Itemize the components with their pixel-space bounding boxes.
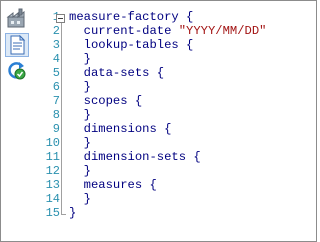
- code-line: data-sets {: [69, 66, 164, 80]
- code-editor[interactable]: 1 2 3 4 5 6 7 8 9 10 11 12 13 14 15 meas…: [33, 1, 316, 241]
- code-line: current-date "YYYY/MM/DD": [69, 24, 267, 38]
- block-open: measures {: [83, 178, 157, 192]
- block-close: }: [83, 192, 91, 206]
- design-view-button[interactable]: [5, 7, 29, 31]
- line-number: 11: [45, 150, 60, 164]
- line-number: 4: [52, 52, 60, 66]
- vertical-toolbar: [1, 1, 31, 241]
- fold-collapse-icon[interactable]: [56, 14, 65, 23]
- code-line: lookup-tables {: [69, 38, 194, 52]
- line-number: 2: [52, 24, 60, 38]
- code-line: dimensions {: [69, 122, 172, 136]
- line-number: 13: [45, 178, 60, 192]
- line-number: 6: [52, 80, 60, 94]
- source-view-button[interactable]: [5, 33, 29, 57]
- code-line: }: [69, 192, 91, 206]
- line-number: 10: [45, 136, 60, 150]
- fold-end-marker: [61, 214, 66, 215]
- block-open: dimension-sets {: [83, 150, 201, 164]
- block-open: lookup-tables {: [83, 38, 194, 52]
- property-key: current-date: [83, 24, 179, 38]
- block-close: }: [83, 164, 91, 178]
- code-line: measure-factory {: [69, 10, 194, 24]
- block-close: }: [83, 52, 91, 66]
- line-number: 14: [45, 192, 60, 206]
- code-line: }: [69, 52, 91, 66]
- block-open: dimensions {: [83, 122, 172, 136]
- line-number: 3: [52, 38, 60, 52]
- block-close: }: [83, 80, 91, 94]
- line-number: 15: [45, 206, 60, 220]
- block-open: scopes {: [83, 94, 143, 108]
- code-line: }: [69, 206, 77, 220]
- code-line: }: [69, 136, 91, 150]
- block-open: data-sets {: [83, 66, 165, 80]
- line-number: 7: [52, 94, 60, 108]
- code-line: dimension-sets {: [69, 150, 201, 164]
- code-line: }: [69, 80, 91, 94]
- string-value: "YYYY/MM/DD": [178, 24, 267, 38]
- document-icon: [6, 34, 28, 56]
- fold-rail: [61, 17, 62, 215]
- block-close: }: [83, 108, 91, 122]
- line-number: 5: [52, 66, 60, 80]
- code-line: scopes {: [69, 94, 143, 108]
- line-number: 8: [52, 108, 60, 122]
- code-line: }: [69, 164, 91, 178]
- code-line: measures {: [69, 178, 157, 192]
- line-number-gutter: 1 2 3 4 5 6 7 8 9 10 11 12 13 14 15: [33, 1, 67, 241]
- editor-window: 1 2 3 4 5 6 7 8 9 10 11 12 13 14 15 meas…: [0, 0, 317, 242]
- factory-icon: [5, 7, 29, 29]
- refresh-button[interactable]: [5, 59, 29, 83]
- line-number: 12: [45, 164, 60, 178]
- refresh-icon: [5, 59, 29, 81]
- block-close: }: [83, 136, 91, 150]
- code-line: }: [69, 108, 91, 122]
- line-number: 9: [52, 122, 60, 136]
